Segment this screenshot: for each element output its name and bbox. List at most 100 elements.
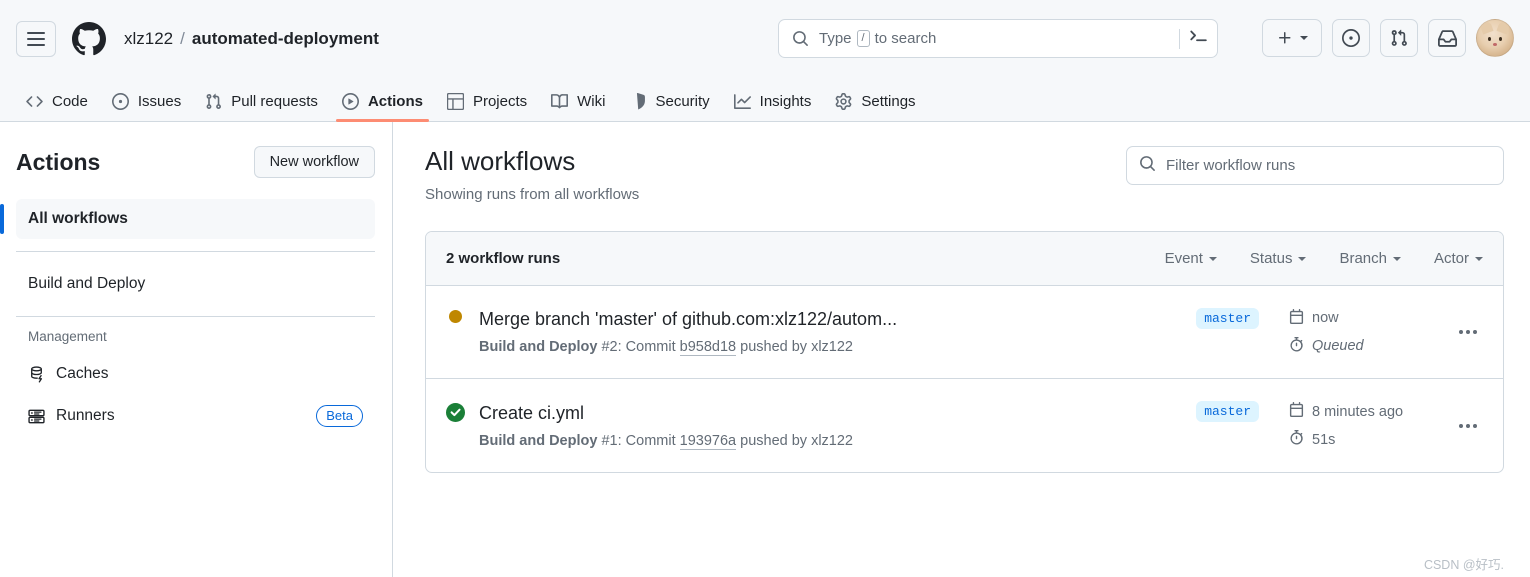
nav-tab-label: Insights (759, 93, 812, 110)
run-duration: 51s (1289, 430, 1441, 449)
run-commit-sha-link[interactable]: 193976a (679, 432, 737, 450)
plus-icon (1278, 32, 1290, 44)
page-body: Actions New workflow All workflows Build… (0, 122, 1530, 577)
page-subtitle: Showing runs from all workflows (425, 186, 640, 204)
hamburger-menu-icon[interactable] (16, 20, 56, 57)
nav-tab-label: Settings (861, 93, 916, 110)
run-commit-sha-link[interactable]: b958d18 (679, 339, 737, 357)
chevron-down-icon (1208, 256, 1217, 261)
nav-tab-insights[interactable]: Insights (724, 93, 822, 121)
table-row[interactable]: Create ci.yml Build and Deploy #1: Commi… (426, 379, 1503, 472)
run-pushed-by: pushed by xlz122 (740, 339, 853, 356)
search-divider (1179, 28, 1180, 49)
run-title-link[interactable]: Merge branch 'master' of github.com:xlz1… (479, 309, 979, 330)
create-new-button[interactable] (1262, 19, 1322, 57)
run-number: #1: (601, 432, 622, 449)
filter-event-dropdown[interactable]: Event (1165, 250, 1217, 267)
search-icon (792, 30, 809, 47)
breadcrumb-owner[interactable]: xlz122 (124, 29, 173, 49)
nav-tab-pull-requests[interactable]: Pull requests (195, 93, 328, 121)
new-workflow-button[interactable]: New workflow (253, 146, 375, 178)
status-queued-dot-icon (449, 310, 462, 324)
nav-tab-label: Actions (367, 93, 423, 110)
git-pull-request-icon (205, 93, 222, 110)
chevron-down-icon (1298, 256, 1307, 261)
run-workflow-name: Build and Deploy (479, 339, 598, 356)
github-logo-icon[interactable] (72, 21, 106, 56)
nav-tab-label: Issues (137, 93, 182, 110)
filter-actor-dropdown[interactable]: Actor (1434, 250, 1483, 267)
filter-label: Event (1164, 250, 1203, 268)
calendar-icon (1289, 402, 1304, 421)
nav-tab-wiki[interactable]: Wiki (541, 93, 615, 121)
nav-tab-settings[interactable]: Settings (825, 93, 925, 121)
sidebar-divider (16, 251, 375, 252)
run-status (446, 401, 479, 427)
nav-tab-label: Wiki (577, 93, 606, 110)
page-title: All workflows (425, 146, 576, 176)
nav-tab-issues[interactable]: Issues (102, 93, 191, 121)
nav-tab-projects[interactable]: Projects (437, 93, 537, 121)
sidebar-nav-list: All workflows Build and Deploy Managemen… (0, 199, 375, 436)
code-icon (26, 93, 43, 110)
branch-badge[interactable]: master (1196, 308, 1259, 330)
breadcrumb-repo[interactable]: automated-deployment (192, 29, 379, 49)
nav-tab-code[interactable]: Code (16, 93, 98, 121)
run-duration-label: 51s (1312, 431, 1336, 448)
run-right: 8 minutes ago 51s (1259, 402, 1483, 449)
filter-placeholder: Filter workflow runs (1166, 157, 1296, 174)
run-date: now (1289, 308, 1441, 328)
filter-label: Status (1249, 250, 1293, 268)
issue-opened-icon (111, 93, 129, 110)
chevron-down-icon (1392, 256, 1401, 261)
filter-status-dropdown[interactable]: Status (1250, 250, 1307, 267)
run-info: Create ci.yml Build and Deploy #1: Commi… (479, 403, 1176, 450)
search-icon (1139, 155, 1156, 177)
run-right: now Queued (1259, 308, 1483, 356)
search-placeholder-after: to search (874, 30, 937, 47)
gear-icon (835, 93, 852, 110)
inbox-button[interactable] (1428, 19, 1466, 57)
sidebar-item-caches[interactable]: Caches (16, 354, 375, 394)
chevron-down-icon (1475, 256, 1483, 261)
nav-tab-label: Code (52, 93, 88, 110)
sidebar-item-build-and-deploy[interactable]: Build and Deploy (16, 264, 375, 304)
breadcrumb-separator: / (180, 28, 185, 48)
search-input[interactable]: Type / to search (778, 19, 1218, 58)
actions-sidebar: Actions New workflow All workflows Build… (0, 122, 393, 577)
shield-icon (629, 93, 646, 110)
run-number: #2: (601, 339, 622, 356)
nav-tab-security[interactable]: Security (619, 93, 719, 121)
run-title-link[interactable]: Create ci.yml (479, 403, 979, 424)
command-palette-terminal-icon[interactable] (1189, 27, 1207, 50)
run-workflow-name: Build and Deploy (479, 432, 598, 449)
kebab-horizontal-icon[interactable] (1453, 418, 1483, 434)
table-icon (446, 93, 464, 110)
nav-tab-actions[interactable]: Actions (332, 93, 433, 122)
workflow-runs-filters: Event Status Branch Actor (1165, 250, 1483, 267)
play-circle-icon (341, 93, 359, 110)
run-date-label: now (1312, 310, 1339, 327)
sidebar-header: Actions New workflow (16, 146, 375, 178)
stopwatch-icon (1289, 430, 1304, 449)
branch-badge[interactable]: master (1196, 401, 1259, 423)
sidebar-item-runners[interactable]: Runners Beta (16, 396, 375, 436)
calendar-icon (1289, 308, 1304, 328)
status-success-check-icon (446, 403, 465, 427)
sidebar-title: Actions (16, 148, 101, 175)
sidebar-item-all-workflows[interactable]: All workflows (0, 199, 375, 239)
user-avatar[interactable] (1476, 19, 1514, 57)
filter-workflow-runs-input[interactable]: Filter workflow runs (1126, 146, 1504, 185)
sidebar-divider (16, 316, 375, 317)
table-row[interactable]: Merge branch 'master' of github.com:xlz1… (426, 286, 1503, 380)
run-info: Merge branch 'master' of github.com:xlz1… (479, 309, 1176, 357)
workflow-runs-header: 2 workflow runs Event Status Branch Acto… (426, 232, 1503, 287)
sidebar-item-label: Caches (56, 365, 109, 382)
kebab-horizontal-icon[interactable] (1453, 324, 1483, 340)
sidebar-item-label: Build and Deploy (28, 275, 146, 292)
nav-tab-label: Projects (472, 93, 528, 110)
run-meta: Build and Deploy #2: Commit b958d18 push… (479, 339, 1176, 357)
filter-branch-dropdown[interactable]: Branch (1339, 250, 1401, 267)
pull-requests-button[interactable] (1380, 19, 1418, 57)
issues-button[interactable] (1332, 19, 1370, 57)
